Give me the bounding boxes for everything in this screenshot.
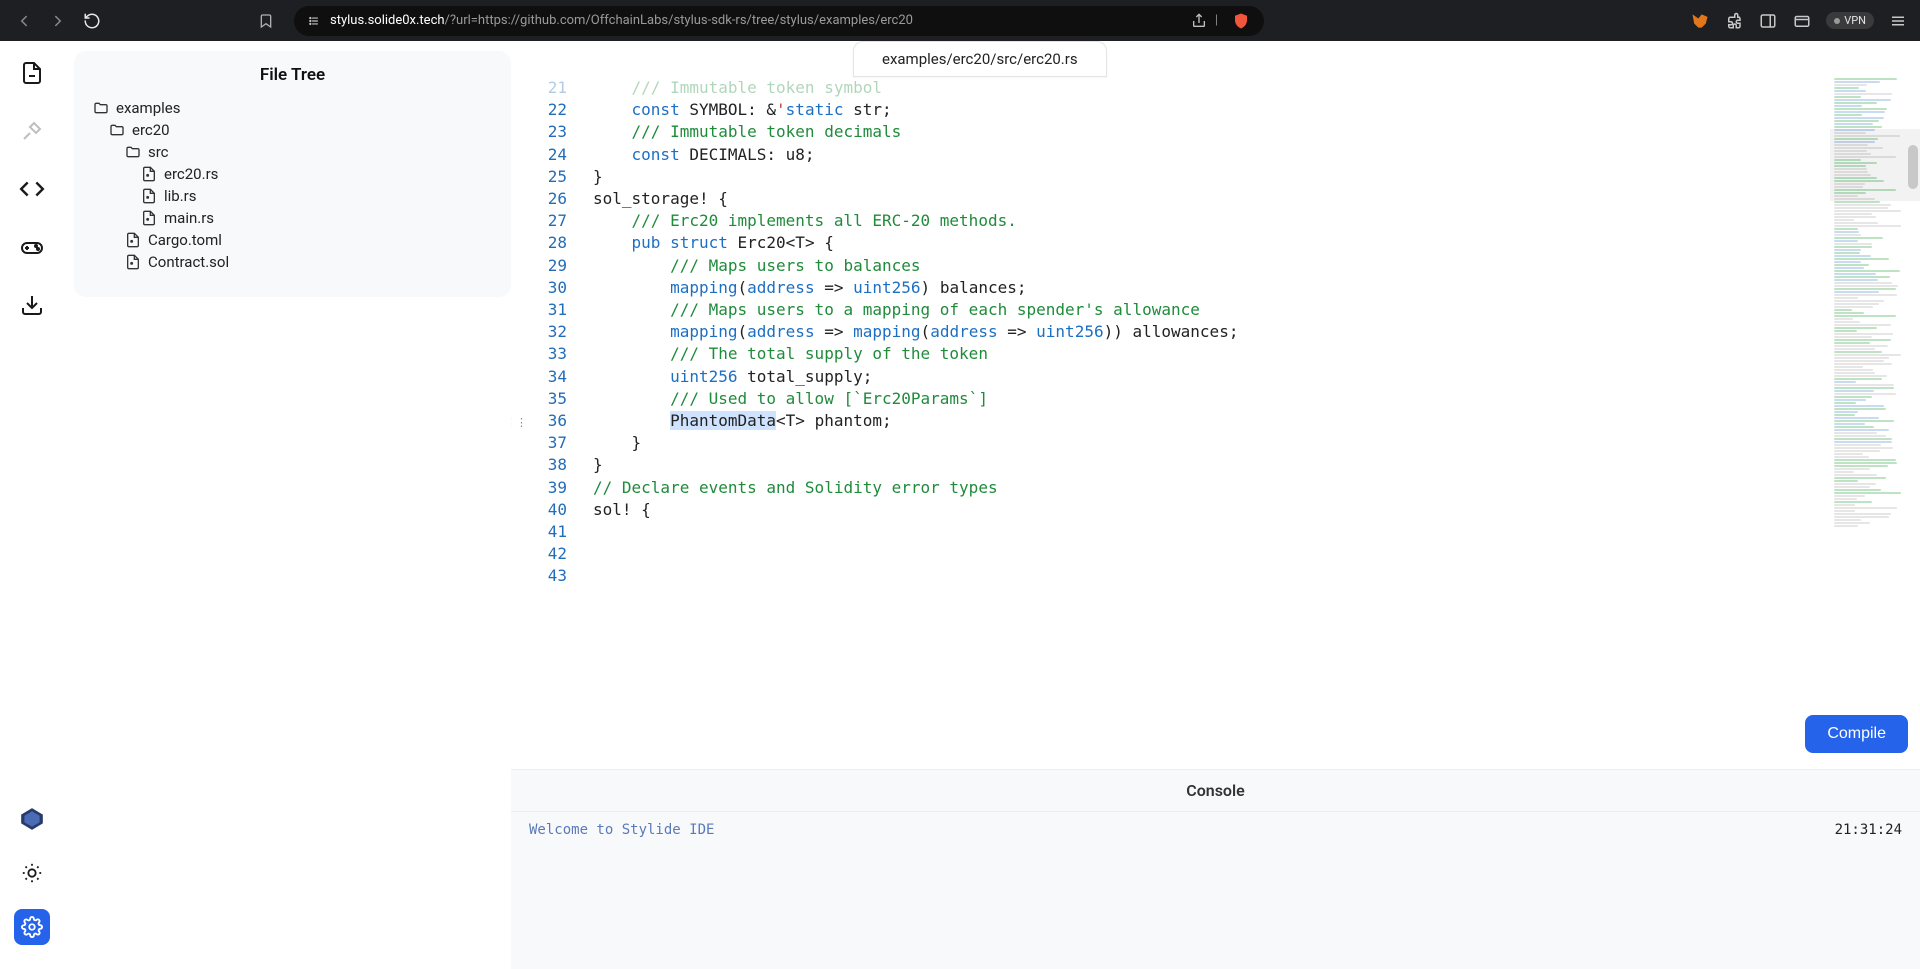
file-icon [124, 253, 142, 271]
file-erc20-rs[interactable]: erc20.rs [92, 163, 493, 185]
share-icon[interactable] [1191, 13, 1207, 29]
site-settings-icon [308, 14, 322, 28]
tree-item-label: Cargo.toml [148, 231, 222, 249]
extensions-icon[interactable] [1724, 11, 1744, 31]
chrome-right-icons: VPN [1690, 11, 1908, 31]
folder-icon [124, 143, 142, 161]
main-area: examples/erc20/src/erc20.rs ⋮⋮ 212223242… [511, 41, 1920, 969]
code-content[interactable]: /// Immutable token symbol const SYMBOL:… [577, 77, 1830, 769]
icon-sidebar [0, 41, 64, 969]
file-tree: examples erc20 src erc20.rs lib.rs main.rs Car… [92, 97, 493, 273]
file-icon [140, 187, 158, 205]
nav-forward-icon[interactable] [46, 9, 70, 33]
nav-back-icon[interactable] [12, 9, 36, 33]
file-lib-rs[interactable]: lib.rs [92, 185, 493, 207]
fold-handle-icon[interactable]: ⋮⋮ [511, 412, 527, 434]
console-title: Console [511, 770, 1920, 812]
console-time: 21:31:24 [1835, 822, 1902, 838]
file-Contract-sol[interactable]: Contract.sol [92, 251, 493, 273]
tree-item-label: Contract.sol [148, 253, 229, 271]
wallet-icon[interactable] [1792, 11, 1812, 31]
tree-item-label: erc20.rs [164, 165, 218, 183]
file-icon [140, 165, 158, 183]
tree-item-label: erc20 [132, 121, 170, 139]
folder-erc20[interactable]: erc20 [92, 119, 493, 141]
file-main-rs[interactable]: main.rs [92, 207, 493, 229]
stylus-logo-icon[interactable] [14, 801, 50, 837]
url-bar[interactable]: stylus.solide0x.tech/?url=https://github… [294, 6, 1264, 36]
compile-button[interactable]: Compile [1805, 715, 1908, 753]
folder-icon [108, 121, 126, 139]
tree-item-label: lib.rs [164, 187, 197, 205]
console-panel: Console Welcome to Stylide IDE 21:31:24 [511, 769, 1920, 969]
download-icon[interactable] [14, 287, 50, 323]
bookmark-icon[interactable] [254, 9, 278, 33]
sun-icon[interactable] [14, 855, 50, 891]
file-icon [140, 209, 158, 227]
tree-item-label: main.rs [164, 209, 214, 227]
file-icon [124, 231, 142, 249]
code-icon[interactable] [14, 171, 50, 207]
tab-erc20-rs[interactable]: examples/erc20/src/erc20.rs [853, 41, 1107, 77]
tab-bar: examples/erc20/src/erc20.rs [511, 41, 1920, 77]
code-editor[interactable]: ⋮⋮ 2122232425262728293031323334353637383… [511, 77, 1920, 769]
url-text: stylus.solide0x.tech/?url=https://github… [330, 13, 913, 28]
app-root: File Tree examples erc20 src erc20.rs lib.rs… [0, 41, 1920, 969]
tree-item-label: src [148, 143, 169, 161]
nav-reload-icon[interactable] [80, 9, 104, 33]
settings-icon[interactable] [14, 909, 50, 945]
folder-icon [92, 99, 110, 117]
hamburger-icon[interactable] [1888, 11, 1908, 31]
file-tree-title: File Tree [92, 65, 493, 85]
gamepad-icon[interactable] [14, 229, 50, 265]
folder-examples[interactable]: examples [92, 97, 493, 119]
file-tree-panel: File Tree examples erc20 src erc20.rs lib.rs… [64, 41, 511, 969]
hammer-icon[interactable] [14, 113, 50, 149]
console-message: Welcome to Stylide IDE [529, 822, 714, 838]
tree-item-label: examples [116, 99, 180, 117]
vpn-badge[interactable]: VPN [1826, 12, 1874, 29]
browser-chrome: stylus.solide0x.tech/?url=https://github… [0, 0, 1920, 41]
file-Cargo-toml[interactable]: Cargo.toml [92, 229, 493, 251]
brave-shield-icon[interactable] [1232, 12, 1250, 30]
sidepanel-icon[interactable] [1758, 11, 1778, 31]
folder-src[interactable]: src [92, 141, 493, 163]
scrollbar-thumb[interactable] [1908, 145, 1918, 189]
editor-scrollbar[interactable] [1906, 77, 1920, 969]
file-icon[interactable] [14, 55, 50, 91]
metamask-icon[interactable] [1690, 11, 1710, 31]
